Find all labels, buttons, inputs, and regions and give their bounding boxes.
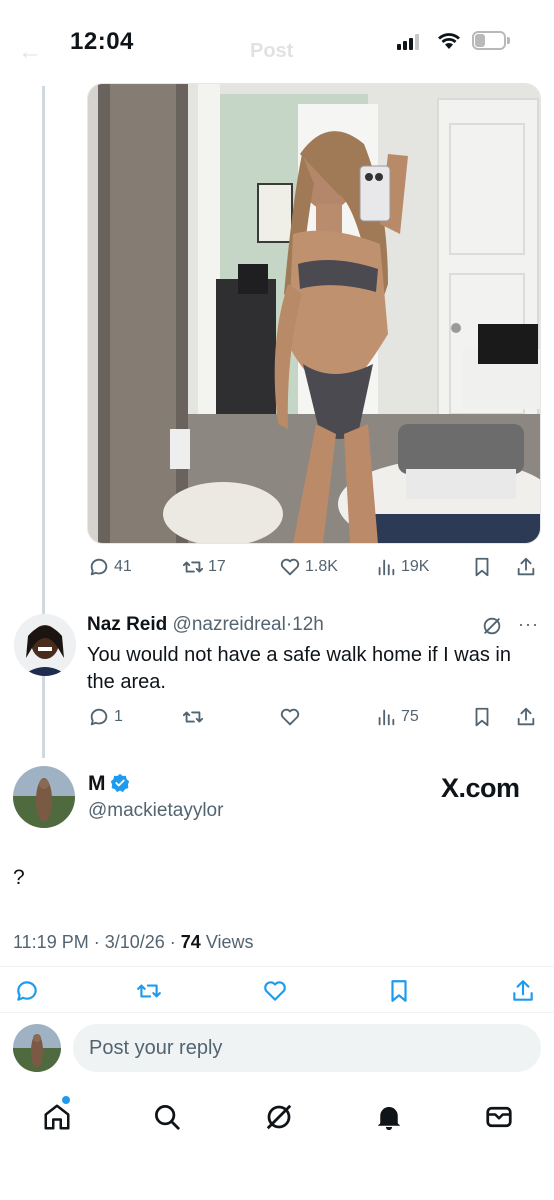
reply-header: Naz Reid @nazreidreal·12h — [87, 614, 324, 636]
divider — [0, 966, 554, 967]
reply-reply-count: 1 — [114, 708, 123, 725]
status-bar: ← Post 12:04 3 — [0, 0, 554, 70]
post-views-label: Views — [205, 932, 254, 952]
nav-messages[interactable] — [482, 1100, 516, 1134]
bookmark-icon — [391, 980, 407, 1002]
heart-icon — [280, 558, 300, 576]
grok-icon[interactable] — [481, 615, 503, 637]
heart-icon — [264, 981, 286, 1001]
post-text: ? — [13, 866, 25, 889]
post-views-count[interactable]: 74 — [181, 932, 201, 952]
verified-badge-icon — [110, 773, 130, 793]
author-name[interactable]: M — [88, 772, 106, 796]
repost-action[interactable]: 17 — [182, 556, 226, 578]
share-action[interactable] — [515, 556, 537, 578]
avatar-image — [14, 614, 76, 676]
nav-notifications[interactable] — [372, 1100, 406, 1134]
reply-views-action[interactable]: 75 — [375, 706, 419, 728]
header-title: Post — [250, 40, 294, 62]
bell-icon — [377, 1107, 401, 1131]
nav-search[interactable] — [150, 1100, 184, 1134]
post-meta: 11:19 PM · 3/10/26 · 74 Views — [13, 932, 254, 952]
repost-count: 17 — [208, 558, 226, 575]
search-icon — [155, 1105, 180, 1130]
views-action[interactable]: 19K — [375, 556, 429, 578]
comment-icon — [17, 981, 37, 1001]
more-options-icon[interactable]: ··· — [518, 614, 539, 635]
nav-grok[interactable] — [262, 1100, 296, 1134]
views-icon — [378, 559, 395, 576]
reply-author-handle[interactable]: @nazreidreal — [173, 614, 286, 635]
comment-icon — [90, 708, 108, 726]
avatar-image — [13, 1024, 61, 1072]
nav-home[interactable] — [40, 1100, 74, 1134]
reply-count: 41 — [114, 558, 132, 575]
wifi-icon — [438, 33, 460, 49]
reply-time: 12h — [292, 614, 324, 635]
like-action[interactable]: 1.8K — [279, 556, 338, 578]
reply-input[interactable]: Post your reply — [73, 1024, 541, 1072]
main-share-action[interactable] — [510, 978, 536, 1004]
share-icon — [517, 707, 535, 726]
post-time: 11:19 PM — [13, 932, 89, 952]
share-icon — [517, 557, 535, 576]
views-count: 19K — [401, 558, 430, 575]
reply-views-count: 75 — [401, 708, 419, 725]
repost-icon — [182, 711, 204, 723]
avatar-naz-reid[interactable] — [14, 614, 76, 676]
comment-icon — [90, 558, 108, 576]
main-bookmark-action[interactable] — [386, 978, 412, 1004]
main-repost-action[interactable] — [136, 978, 162, 1004]
bookmark-icon — [475, 707, 489, 727]
avatar-image — [13, 766, 75, 828]
post-photo[interactable] — [87, 83, 541, 544]
bookmark-action[interactable] — [471, 556, 493, 578]
photo-illustration — [88, 84, 540, 543]
post-date: 3/10/26 — [104, 932, 165, 952]
main-reply-action[interactable] — [14, 978, 40, 1004]
notification-dot — [62, 1096, 70, 1104]
avatar-main-author[interactable] — [13, 766, 75, 828]
status-time: 12:04 — [70, 28, 134, 55]
main-like-action[interactable] — [262, 978, 288, 1004]
battery-icon: 3 — [472, 31, 506, 50]
reply-text: You would not have a safe walk home if I… — [87, 644, 511, 693]
battery-level: 3 — [485, 32, 493, 48]
reply-share-action[interactable] — [515, 706, 537, 728]
back-arrow-icon[interactable]: ← — [18, 38, 42, 66]
repost-icon — [137, 984, 161, 998]
grok-icon — [266, 1104, 292, 1130]
repost-icon — [182, 561, 204, 573]
signal-icon — [397, 34, 423, 50]
views-icon — [378, 709, 395, 726]
reply-action[interactable]: 41 — [88, 556, 132, 578]
reply-box-avatar[interactable] — [13, 1024, 61, 1072]
share-icon — [513, 980, 533, 1001]
home-icon — [44, 1104, 70, 1130]
divider — [0, 1012, 554, 1013]
reply-bookmark-action[interactable] — [471, 706, 493, 728]
reply-repost-action[interactable] — [182, 706, 204, 728]
reply-like-action[interactable] — [279, 706, 301, 728]
reply-reply-action[interactable]: 1 — [88, 706, 123, 728]
author-handle[interactable]: @mackietayylor — [88, 800, 223, 822]
like-count: 1.8K — [305, 558, 338, 575]
heart-icon — [280, 708, 300, 726]
bookmark-icon — [475, 557, 489, 577]
x-watermark: X.com — [441, 773, 520, 803]
mail-icon — [486, 1106, 512, 1128]
reply-author-name[interactable]: Naz Reid — [87, 614, 167, 635]
